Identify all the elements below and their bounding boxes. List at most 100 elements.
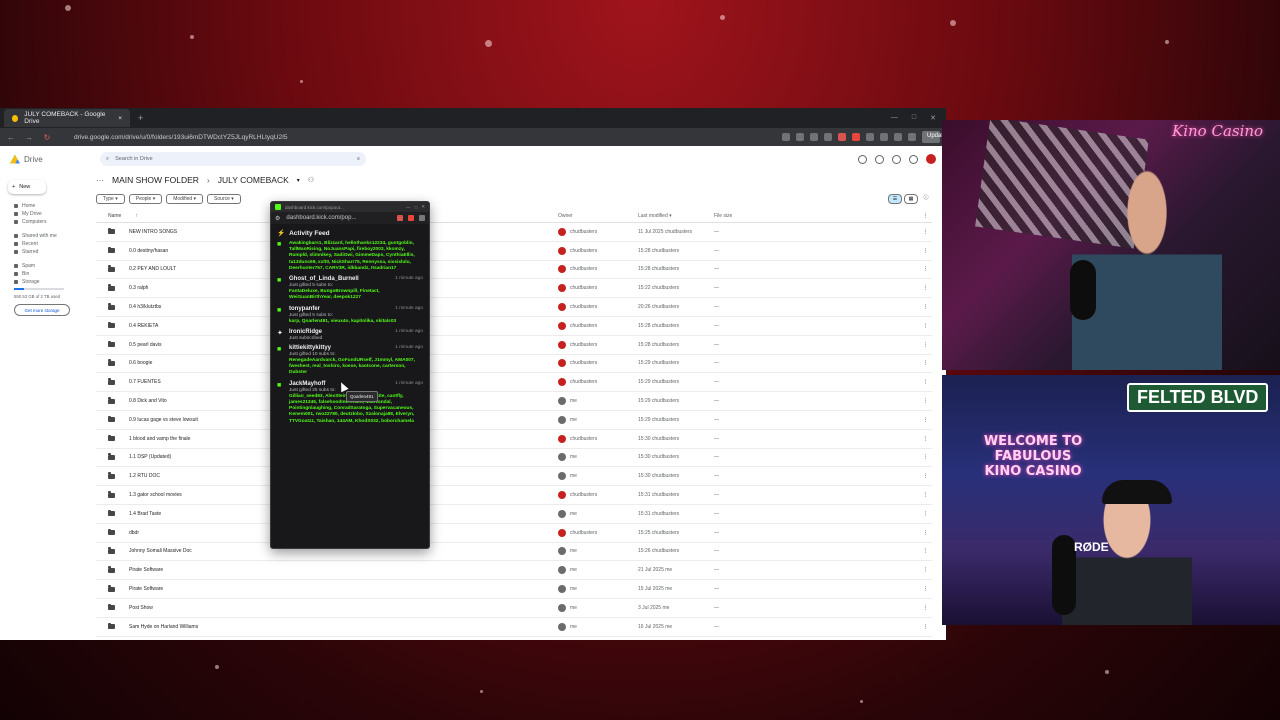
gemini-icon[interactable] (892, 154, 901, 164)
sidebar-item-shared[interactable]: Shared with me (14, 232, 92, 240)
table-row[interactable]: 1.1 DSP (Updated) me 15:30 chudbusters — ⋮ (96, 449, 932, 468)
table-row[interactable]: Post Show me 3 Jul 2025 me — ⋮ (96, 599, 932, 618)
row-more-icon[interactable]: ⋮ (923, 342, 932, 348)
help-icon[interactable] (858, 154, 867, 164)
popup-url[interactable]: dashboard.kick.com/pop... (286, 215, 356, 221)
feed-username[interactable]: JackMayhoff (289, 381, 325, 387)
sidebar-item-computers[interactable]: Computers (14, 218, 92, 226)
url-field[interactable]: drive.google.com/drive/u/0/folders/193ui… (74, 134, 504, 141)
row-more-icon[interactable]: ⋮ (923, 229, 932, 235)
row-more-icon[interactable]: ⋮ (923, 624, 932, 630)
download-icon[interactable] (419, 215, 425, 221)
screenshot-icon[interactable] (866, 133, 874, 141)
table-row[interactable]: 0.2 PEY AND LOULT chudbusters 15:28 chudbu… (96, 261, 932, 280)
search-options-icon[interactable]: ≡ (357, 156, 360, 162)
table-row[interactable]: 1.3 gator school movies chudbusters 15:31 … (96, 486, 932, 505)
row-more-icon[interactable]: ⋮ (923, 548, 932, 554)
row-more-icon[interactable]: ⋮ (923, 398, 932, 404)
popup-maximize-icon[interactable]: □ (415, 205, 418, 210)
breadcrumb-item[interactable]: MAIN SHOW FOLDER (112, 175, 199, 185)
profile-icon[interactable] (908, 133, 916, 141)
minimize-icon[interactable]: — (891, 114, 898, 122)
get-storage-button[interactable]: Get more storage (14, 304, 70, 316)
row-more-icon[interactable]: ⋮ (923, 304, 932, 310)
row-more-icon[interactable]: ⋮ (923, 530, 932, 536)
row-more-icon[interactable]: ⋮ (923, 323, 932, 329)
table-row[interactable]: 1.2 RTU DOC me 15:30 chudbusters — ⋮ (96, 467, 932, 487)
more-icon[interactable]: ⋮ (923, 213, 932, 219)
row-more-icon[interactable]: ⋮ (923, 586, 932, 592)
download-icon[interactable] (880, 133, 888, 141)
feed-username[interactable]: tonypanfer (289, 306, 320, 312)
row-more-icon[interactable]: ⋮ (923, 492, 932, 498)
chevron-down-icon[interactable]: ▾ (297, 177, 300, 184)
row-more-icon[interactable]: ⋮ (923, 285, 932, 291)
browser-tab[interactable]: JULY COMEBACK - Google Drive × (4, 109, 130, 127)
row-more-icon[interactable]: ⋮ (923, 266, 932, 272)
table-row[interactable]: dbdr chudbusters 15:25 chudbusters — ⋮ (96, 524, 932, 543)
table-row[interactable]: 0.4 REKIETA chudbusters 15:28 chudbusters —… (96, 317, 932, 336)
col-owner[interactable]: Owner (558, 213, 638, 219)
table-row[interactable]: Pirate Software me 15 Jul 2025 me — ⋮ (96, 580, 932, 599)
share-icon[interactable] (810, 133, 818, 141)
reload-icon[interactable]: ↻ (42, 133, 52, 142)
table-row[interactable]: 0.0 destiny/hasan chudbusters 15:28 chudbu… (96, 242, 932, 261)
feed-username[interactable]: Ghost_of_Linda_Burnell (289, 276, 359, 282)
table-row[interactable]: 0.4 h3/klutztbs chudbusters 20:26 chudbust… (96, 298, 932, 317)
sidebar-item-recent[interactable]: Recent (14, 240, 92, 248)
table-row[interactable]: Sam Hyde on Harland Williams me 16 Jul 202… (96, 618, 932, 637)
more-dots-icon[interactable]: ⋯ (96, 176, 104, 185)
table-row[interactable]: 0.6 boogie chudbusters 15:29 chudbusters — ⋮ (96, 355, 932, 374)
table-row[interactable]: TILTONchudbusters18:09 chudbusters—⋮ (96, 637, 932, 640)
extension-icon[interactable] (852, 133, 860, 141)
file-name-cell[interactable]: Post Show (96, 603, 558, 611)
maximize-icon[interactable]: □ (912, 114, 916, 122)
settings-icon[interactable] (875, 154, 884, 164)
share-folder-icon[interactable]: ⚇ (308, 176, 314, 184)
filter-modified[interactable]: Modified ▾ (166, 194, 204, 204)
info-icon[interactable]: ⓘ (920, 194, 932, 202)
row-more-icon[interactable]: ⋮ (923, 417, 932, 423)
sidebar-item-my-drive[interactable]: My Drive (14, 210, 92, 218)
row-more-icon[interactable]: ⋮ (923, 248, 932, 254)
file-name-cell[interactable]: Sam Hyde on Harland Williams (96, 622, 558, 630)
file-name-cell[interactable]: Pirate Software (96, 566, 558, 573)
filter-type[interactable]: Type ▾ (96, 194, 125, 204)
back-icon[interactable]: ← (6, 133, 16, 142)
sidebar-item-storage[interactable]: Storage (14, 278, 92, 286)
col-modified[interactable]: Last modified ▾ (638, 213, 714, 219)
row-more-icon[interactable]: ⋮ (923, 511, 932, 517)
feed-username[interactable]: kittiekittykittyy (289, 345, 331, 351)
drive-logo[interactable]: Drive (10, 154, 100, 164)
sidebar-item-bin[interactable]: Bin (14, 270, 92, 278)
table-row[interactable]: 0.7 FUENTES chudbusters 15:29 chudbusters —… (96, 373, 932, 393)
feed-username[interactable]: IronicRidge (289, 329, 322, 335)
update-button[interactable]: Update (922, 131, 946, 143)
extension-icon[interactable] (838, 133, 846, 141)
close-window-icon[interactable]: ✕ (930, 114, 936, 122)
file-name-cell[interactable]: Johnny Somali Massive Doc (96, 547, 558, 554)
cast-icon[interactable] (782, 133, 790, 141)
sidebar-item-starred[interactable]: Starred (14, 248, 92, 256)
tab-close-icon[interactable]: × (118, 115, 122, 122)
row-more-icon[interactable]: ⋮ (923, 473, 932, 479)
sidebar-item-spam[interactable]: Spam (14, 262, 92, 270)
table-row[interactable]: 1.4 Brad Taste me 15:31 chudbusters — ⋮ (96, 505, 932, 524)
row-more-icon[interactable]: ⋮ (923, 605, 932, 611)
row-more-icon[interactable]: ⋮ (923, 436, 932, 442)
new-button[interactable]: + New (8, 180, 46, 194)
apps-icon[interactable] (909, 154, 918, 164)
breadcrumb-current[interactable]: JULY COMEBACK (218, 175, 289, 185)
table-row[interactable]: 0.9 lucas gage vs steve lowsuit me 15:29 c… (96, 411, 932, 430)
extension-icon[interactable] (408, 215, 414, 221)
table-row[interactable]: Johnny Somali Massive Doc me 15:26 chudbus… (96, 543, 932, 562)
forward-icon[interactable]: → (24, 133, 34, 142)
grid-view-icon[interactable]: ▦ (904, 194, 918, 204)
table-row[interactable]: 0.8 Dick and Vito me 15:29 chudbusters — ⋮ (96, 392, 932, 411)
table-row[interactable]: 1 blood and vamp the finale chudbusters 15… (96, 430, 932, 449)
sidebar-icon[interactable] (894, 133, 902, 141)
bookmark-icon[interactable] (824, 133, 832, 141)
settings-icon[interactable]: ⚙ (275, 215, 280, 222)
new-tab-button[interactable]: + (138, 113, 143, 123)
table-row[interactable]: 0.3 ralph chudbusters 15:22 chudbusters — ⋮ (96, 279, 932, 299)
